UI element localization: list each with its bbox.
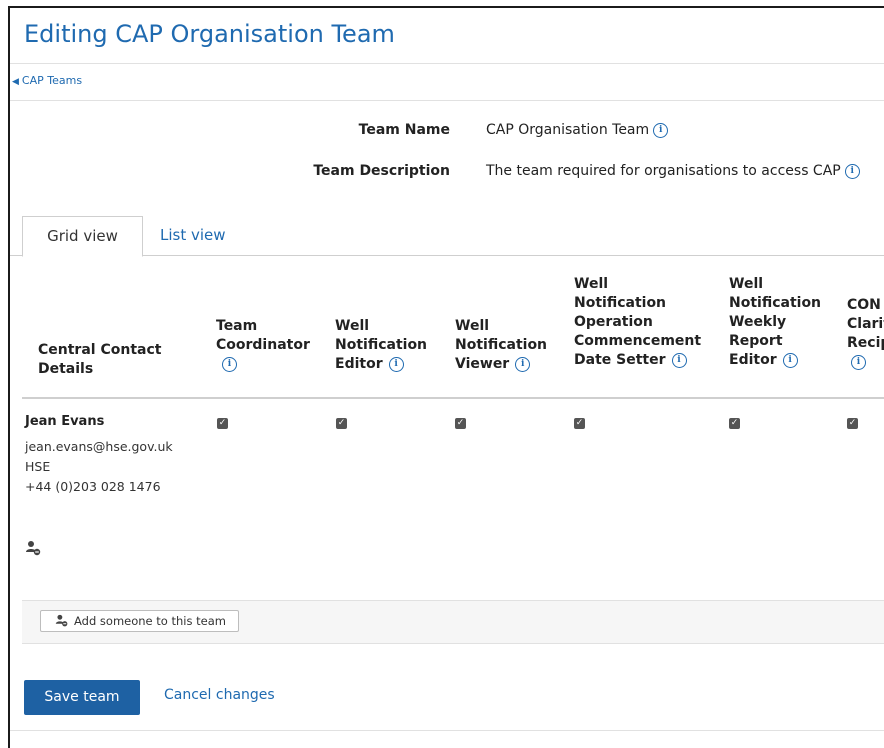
tab-list-view[interactable]: List view <box>160 216 226 254</box>
role-checkbox-weekly-report-editor[interactable]: ✓ <box>729 418 740 429</box>
header-line-with-info: Date Setter i <box>574 351 701 370</box>
role-checkbox-well-notification-editor[interactable]: ✓ <box>336 418 347 429</box>
header-line: Details <box>38 361 94 377</box>
team-name-value: CAP Organisation Team i <box>486 122 669 138</box>
column-header-team-coordinator: Team Coordinator i <box>216 317 310 374</box>
role-checkbox-team-coordinator[interactable]: ✓ <box>217 418 228 429</box>
header-line: Weekly <box>729 314 787 330</box>
header-line: Well <box>455 318 490 334</box>
column-header-con-clarification: CON Clarif Recip i <box>847 296 884 372</box>
save-team-button[interactable]: Save team <box>24 680 140 715</box>
back-link-cap-teams[interactable]: ◀ CAP Teams <box>12 74 82 87</box>
header-line: Clarif <box>847 316 884 332</box>
header-line: Notification <box>729 295 822 311</box>
header-info: i <box>216 355 310 374</box>
header-line: Well <box>729 276 764 292</box>
header-line: Commencement <box>574 333 702 349</box>
triangle-left-icon: ◀ <box>12 77 19 87</box>
header-info: i <box>847 353 884 372</box>
info-icon[interactable]: i <box>671 352 687 368</box>
row-divider <box>22 643 884 644</box>
info-icon[interactable]: i <box>388 356 404 372</box>
add-someone-button[interactable]: Add someone to this team <box>40 610 239 632</box>
header-line: Coordinator <box>216 337 310 353</box>
info-icon[interactable]: i <box>653 122 669 138</box>
column-header-well-notification-viewer: Well Notification Viewer i <box>455 317 547 374</box>
header-line: Well <box>574 276 609 292</box>
member-name: Jean Evans <box>25 414 105 429</box>
member-email: jean.evans@hse.gov.uk <box>25 439 173 454</box>
header-line: Editor <box>729 352 777 368</box>
page-title: Editing CAP Organisation Team <box>24 20 395 48</box>
add-someone-label: Add someone to this team <box>74 614 226 628</box>
footer-divider <box>10 730 884 731</box>
header-line: Central Contact <box>38 342 162 358</box>
role-checkbox-commencement-date-setter[interactable]: ✓ <box>574 418 585 429</box>
person-add-icon[interactable] <box>25 540 41 556</box>
header-line: Team <box>216 318 258 334</box>
member-phone: +44 (0)203 028 1476 <box>25 479 161 494</box>
title-divider <box>10 63 884 64</box>
header-line: Report <box>729 333 783 349</box>
person-add-icon <box>55 614 68 627</box>
column-header-commencement-date-setter: Well Notification Operation Commencement… <box>574 275 701 370</box>
breadcrumb-divider <box>10 100 884 101</box>
team-description-text: The team required for organisations to a… <box>486 163 841 179</box>
info-icon[interactable]: i <box>844 163 860 179</box>
column-header-weekly-report-editor: Well Notification Weekly Report Editor i <box>729 275 821 370</box>
team-name-label: Team Name <box>358 122 450 138</box>
header-line: Viewer <box>455 356 510 372</box>
team-description-label: Team Description <box>313 163 450 179</box>
info-icon[interactable]: i <box>782 352 798 368</box>
header-line: Editor <box>335 356 383 372</box>
role-checkbox-well-notification-viewer[interactable]: ✓ <box>455 418 466 429</box>
team-description-value: The team required for organisations to a… <box>486 163 860 179</box>
header-line-with-info: Editor i <box>335 355 427 374</box>
role-checkbox-con-clarification[interactable]: ✓ <box>847 418 858 429</box>
header-line: Notification <box>455 337 548 353</box>
header-line: Date Setter <box>574 352 666 368</box>
info-icon[interactable]: i <box>851 354 866 370</box>
header-line: Notification <box>335 337 428 353</box>
header-line: Notification <box>574 295 667 311</box>
header-line-with-info: Viewer i <box>455 355 547 374</box>
header-line: Well <box>335 318 370 334</box>
back-link-label: CAP Teams <box>21 74 83 87</box>
cancel-changes-link[interactable]: Cancel changes <box>164 687 275 703</box>
header-line: CON <box>847 297 881 313</box>
header-line-with-info: Editor i <box>729 351 821 370</box>
table-header-divider <box>22 397 884 399</box>
header-line: Operation <box>574 314 653 330</box>
info-icon[interactable]: i <box>515 356 531 372</box>
team-name-text: CAP Organisation Team <box>486 122 650 138</box>
info-icon[interactable]: i <box>222 356 237 372</box>
column-header-well-notification-editor: Well Notification Editor i <box>335 317 427 374</box>
tab-grid-view[interactable]: Grid view <box>22 216 143 257</box>
column-header-central-contact: Central Contact Details <box>38 341 161 379</box>
header-line: Recip <box>847 335 884 351</box>
member-organisation: HSE <box>25 459 51 474</box>
